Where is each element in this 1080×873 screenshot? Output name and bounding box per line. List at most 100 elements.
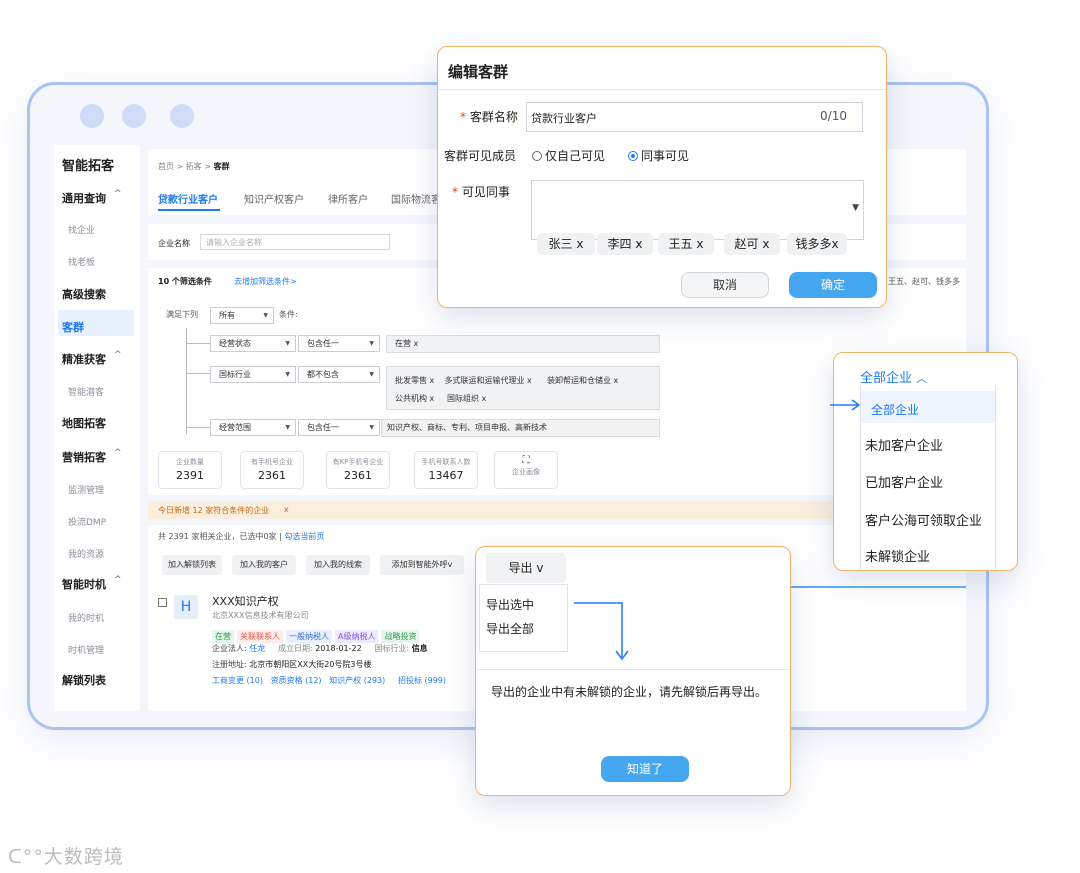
breadcrumb-home[interactable]: 首页 [158,162,174,171]
stat-card: 有KP手机号企业 2361 [326,451,390,489]
address-value: 北京市朝阳区XX大街20号院3号楼 [249,660,372,669]
legal-person[interactable]: 任龙 [249,644,265,653]
caret-down-icon[interactable]: ▼ [852,203,859,213]
tab-loan-customers[interactable]: 贷款行业客户 [158,191,218,206]
add-my-customers-button[interactable]: 加入我的客户 [232,555,296,575]
colleagues-label: * 可见同事 [452,185,510,199]
confirm-button[interactable]: 确定 [789,272,877,298]
radio-icon [532,151,542,161]
sidebar-item-monitoring[interactable]: 监测管理 [68,483,104,496]
filter-op-select[interactable]: 包含任一 ▼ [298,335,380,352]
sidebar-item-find-boss[interactable]: 找老板 [68,255,95,268]
caret-down-icon: ▼ [369,371,374,378]
filter-field-select[interactable]: 经营范围 ▼ [210,419,296,436]
tab-law-firm-customers[interactable]: 律所客户 [328,191,368,206]
tag-status: 在营 [212,630,234,643]
satisfy-select[interactable]: 所有 ▼ [210,307,274,324]
sidebar-item-customer-group[interactable]: 客群 [62,319,84,335]
tab-logistics-customers[interactable]: 国际物流客 [391,191,441,206]
add-my-leads-button[interactable]: 加入我的线索 [306,555,370,575]
notice-close-icon[interactable]: x [284,505,289,514]
filter-value-box[interactable]: 知识产权、商标、专利、项目申报、高新技术 [381,419,660,437]
visible-members-label: 客群可见成员 [444,149,517,163]
sidebar-item-dmp[interactable]: 投流DMP [68,515,106,528]
pointer-arrow-icon [830,399,861,411]
add-unlock-list-button[interactable]: 加入解锁列表 [162,555,222,575]
filter-value-box[interactable]: 批发零售 x 多式联运和运输代理业 x 装卸帮运和仓储业 x 公共机构 x 国际组… [386,366,660,410]
dropdown-option-all[interactable]: 全部企业 [871,401,919,418]
legal-label: 企业法人: [212,644,247,653]
chevron-up-icon: ^ [114,350,122,360]
dropdown-trigger[interactable]: 全部企业 ︿ [860,367,927,386]
export-selected-option[interactable]: 导出选中 [486,596,534,613]
dropdown-option-not-added[interactable]: 未加客户企业 [865,435,943,454]
window-dot-icon [170,104,194,128]
colleague-chip[interactable]: 钱多多x [787,233,847,255]
add-filter-link[interactable]: 去增加筛选条件> [234,276,297,287]
sidebar-item-map-prospecting[interactable]: 地图拓客 [62,415,106,431]
sidebar-item-general-query[interactable]: 通用查询 ^ [62,189,122,206]
export-warning-message: 导出的企业中有未解锁的企业，请先解锁后再导出。 [491,685,768,699]
company-name[interactable]: XXX知识产权 [212,593,279,609]
tree-line [186,427,210,428]
sidebar-item-my-timing[interactable]: 我的时机 [68,611,104,624]
dialog-title: 编辑客群 [448,63,509,81]
tab-ip-customers[interactable]: 知识产权客户 [244,191,304,206]
breadcrumb-mid[interactable]: 拓客 [186,162,202,171]
group-name-value: 贷款行业客户 [531,112,597,125]
dropdown-option-added[interactable]: 已加客户企业 [865,472,943,491]
company-tags: 在营 关联联系人 一般纳税人 A级纳税人 战略投资 [212,624,422,643]
sidebar-item-marketing-prospecting[interactable]: 营销拓客 ^ [62,448,122,465]
watermark-logo-icon: ᑕ°° [8,846,44,868]
cancel-button[interactable]: 取消 [681,272,769,298]
colleague-chip[interactable]: 李四 x [597,233,653,255]
radio-colleagues[interactable]: 同事可见 [628,147,689,164]
chevron-up-icon: ^ [114,448,122,458]
sidebar-item-find-company[interactable]: 找企业 [68,223,95,236]
filter-op-select[interactable]: 包含任一 ▼ [298,419,380,436]
sidebar-item-unlock-list[interactable]: 解锁列表 [62,672,106,688]
breadcrumb: 首页 > 拓客 > 客群 [158,161,230,172]
company-checkbox[interactable] [158,598,167,607]
stat-card: 有手机号企业 2361 [240,451,304,489]
export-button[interactable]: 导出 v [486,553,566,583]
sidebar-item-smart-timing[interactable]: 智能时机 ^ [62,575,122,592]
filter-field-select[interactable]: 国标行业 ▼ [210,366,296,383]
acknowledge-button[interactable]: 知道了 [601,756,689,782]
filter-value-box[interactable]: 在营 x [386,335,660,353]
sidebar-item-timing-management[interactable]: 时机管理 [68,643,104,656]
company-detail-links[interactable]: 工商变更 (10) 资质资格 (12) 知识产权 (293) 招投标 (999) [212,675,446,686]
colleagues-input[interactable]: ▼ [531,180,864,240]
portrait-button[interactable]: ⛶ 企业画像 [494,451,558,489]
sidebar-item-precise-acquisition[interactable]: 精准获客 ^ [62,350,122,367]
stat-label: 有KP手机号企业 [332,458,384,466]
dropdown-option-public-pool[interactable]: 客户公海可领取企业 [865,510,982,529]
dropdown-list: 全部企业 未加客户企业 已加客户企业 客户公海可领取企业 未解锁企业 [860,385,996,569]
select-page-link[interactable]: 勾选当前页 [284,532,324,541]
stat-value: 2391 [176,469,204,482]
colleague-chip[interactable]: 赵可 x [724,233,780,255]
filter-field-select[interactable]: 经营状态 ▼ [210,335,296,352]
results-count-text: 共 2391 家相关企业，已选中0家 [158,532,277,541]
group-name-input[interactable]: 贷款行业客户 0/10 [526,102,863,132]
dropdown-option-locked[interactable]: 未解锁企业 [865,546,930,565]
export-all-option[interactable]: 导出全部 [486,620,534,637]
company-name-input[interactable]: 请输入企业名称 [200,234,390,250]
caret-down-icon: ▼ [285,371,290,378]
company-info-line: 企业法人: 任龙 成立日期: 2018-01-22 国标行业: 信息 [212,643,428,654]
filter-op-select[interactable]: 都不包含 ▼ [298,366,380,383]
sidebar-item-my-resources[interactable]: 我的资源 [68,547,104,560]
sidebar-item-advanced-search[interactable]: 高级搜索 [62,286,106,302]
add-smart-call-button[interactable]: 添加到智能外呼v [380,555,464,575]
radio-self-only[interactable]: 仅自己可见 [532,147,605,164]
edit-group-dialog: 编辑客群 * 客群名称 贷款行业客户 0/10 客群可见成员 仅自己可见 同事可… [437,46,887,308]
stat-label: 企业数量 [176,458,204,466]
window-dot-icon [122,104,146,128]
sidebar-item-smart-prospects[interactable]: 智能潜客 [68,385,104,398]
stat-value: 2361 [258,469,286,482]
colleague-chip[interactable]: 张三 x [537,233,595,255]
colleague-chip[interactable]: 王五 x [658,233,714,255]
breadcrumb-current: 客群 [213,162,230,171]
tag-taxpayer: 一般纳税人 [286,630,332,643]
tag-a-taxpayer: A级纳税人 [335,630,379,643]
